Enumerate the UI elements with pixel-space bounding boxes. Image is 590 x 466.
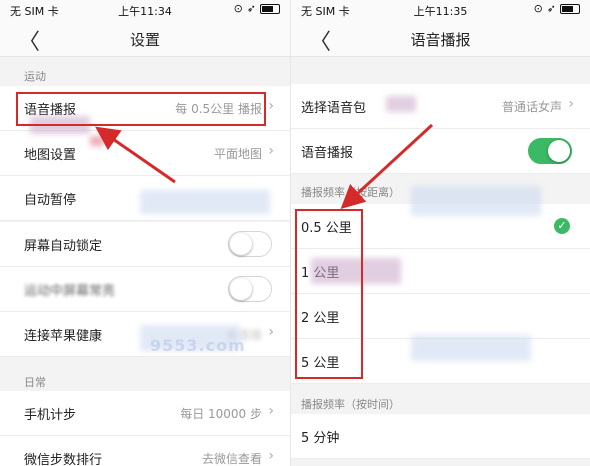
mosaic-blur: [140, 190, 270, 214]
section-header-daily: 日常: [24, 376, 46, 389]
chevron-right-icon: ›: [268, 403, 274, 419]
voice-pack-label: 选择语音包: [301, 101, 367, 116]
keep-screen-on-toggle[interactable]: [228, 276, 272, 302]
toggle-knob: [548, 140, 570, 162]
screen-lock-toggle[interactable]: [228, 231, 272, 257]
chevron-right-icon: ›: [268, 98, 274, 114]
step-counter-label: 手机计步: [24, 408, 77, 423]
chevron-right-icon: ›: [268, 448, 274, 464]
checkmark-icon: ✓: [554, 218, 570, 234]
status-bar: 无 SIM 卡 上午11:35 ⊙ ➶: [291, 0, 590, 20]
keep-screen-on-label: 运动中屏幕常亮: [24, 284, 116, 299]
settings-screen: 无 SIM 卡 上午11:34 ⊙ ➶ 〈 设置 运动 语音播报 每 0.5公里…: [0, 0, 290, 466]
lock-rotation-icon: ⊙: [533, 2, 543, 15]
screen-lock-label: 屏幕自动锁定: [24, 239, 103, 254]
lock-rotation-icon: ⊙: [233, 2, 243, 15]
page-title: 设置: [129, 31, 160, 49]
wechat-steps-value: 去微信查看: [201, 452, 262, 466]
screen-lock-row: 屏幕自动锁定: [0, 222, 290, 267]
toggle-knob: [230, 278, 252, 300]
voice-broadcast-label: 语音播报: [301, 146, 354, 161]
battery-icon: [560, 3, 580, 14]
location-icon: ➶: [546, 2, 556, 15]
step-counter-row[interactable]: 手机计步 每日 10000 步 ›: [0, 391, 290, 436]
mosaic-blur: [411, 186, 541, 216]
map-settings-label: 地图设置: [24, 148, 77, 163]
voice-pack-row[interactable]: 选择语音包 普通话女声 ›: [291, 84, 590, 129]
highlight-box: [295, 209, 363, 379]
page-title: 语音播报: [410, 31, 471, 49]
map-settings-row[interactable]: 地图设置 平面地图 ›: [0, 131, 290, 176]
battery-icon: [260, 3, 280, 14]
highlight-box: [16, 92, 266, 126]
apple-health-label: 连接苹果健康: [24, 329, 103, 344]
location-icon: ➶: [246, 2, 256, 15]
section-header-sport: 运动: [24, 70, 46, 83]
chevron-right-icon: ›: [568, 96, 574, 112]
time-option-row[interactable]: 5 分钟: [291, 414, 590, 459]
wechat-steps-label: 微信步数排行: [24, 453, 103, 466]
status-icons: ⊙ ➶: [534, 2, 580, 15]
time-option-label: 5 分钟: [301, 431, 340, 446]
status-bar: 无 SIM 卡 上午11:34 ⊙ ➶: [0, 0, 290, 20]
wechat-steps-row[interactable]: 微信步数排行 去微信查看 ›: [0, 436, 290, 466]
voice-pack-value: 普通话女声: [501, 100, 562, 114]
voice-broadcast-toggle-row: 语音播报: [291, 129, 590, 174]
voice-broadcast-screen: 无 SIM 卡 上午11:35 ⊙ ➶ 〈 语音播报 选择语音包 普通话女声 ›…: [290, 0, 590, 466]
mosaic-blur: [90, 136, 104, 146]
chevron-right-icon: ›: [268, 143, 274, 159]
chevron-right-icon: ›: [268, 324, 274, 340]
status-icons: ⊙ ➶: [234, 2, 280, 15]
watermark: 9553.com: [150, 336, 246, 355]
nav-bar: 〈 语音播报: [291, 20, 590, 57]
auto-pause-label: 自动暂停: [24, 193, 77, 208]
nav-bar: 〈 设置: [0, 20, 290, 57]
section-header-time: 播报频率（按时间）: [301, 398, 400, 411]
step-counter-value: 每日 10000 步: [180, 407, 262, 421]
toggle-knob: [230, 233, 252, 255]
mosaic-blur: [386, 96, 416, 112]
mosaic-blur: [411, 335, 531, 361]
keep-screen-on-row: 运动中屏幕常亮: [0, 267, 290, 312]
map-settings-value: 平面地图: [213, 147, 262, 161]
voice-broadcast-toggle[interactable]: [528, 138, 572, 164]
